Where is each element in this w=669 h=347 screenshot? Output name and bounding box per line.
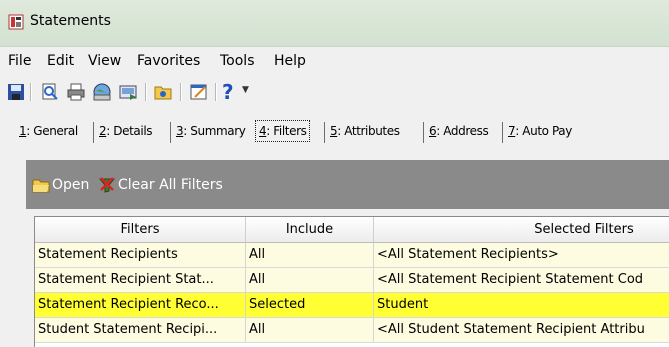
tab-divider xyxy=(324,122,325,143)
tab-address[interactable]: 6: Address xyxy=(429,124,489,138)
open-folder-icon[interactable] xyxy=(153,82,173,102)
cell-divider xyxy=(373,243,374,267)
tab-details[interactable]: 2: Details xyxy=(99,124,153,138)
include-cell[interactable]: All xyxy=(249,272,371,287)
cell-divider xyxy=(245,293,246,317)
filter-name-cell: Statement Recipient Reco... xyxy=(38,297,219,312)
print-preview-icon[interactable] xyxy=(40,82,60,102)
save-icon[interactable] xyxy=(6,82,26,102)
cell-divider xyxy=(373,293,374,317)
cell-divider xyxy=(373,318,374,342)
filter-name-cell: Statement Recipients xyxy=(38,247,178,262)
selected-filters-cell: <All Student Statement Recipient Attribu xyxy=(377,322,645,337)
grid-header: Filters Include Selected Filters xyxy=(35,217,669,243)
properties-icon[interactable] xyxy=(189,82,209,102)
toolbar: ? ▼ xyxy=(0,74,669,110)
selected-filters-cell: <All Statement Recipients> xyxy=(377,247,559,262)
tab-divider xyxy=(502,122,503,143)
menu-bar: File Edit View Favorites Tools Help xyxy=(0,46,669,74)
title-bar: Statements xyxy=(0,0,669,46)
filters-action-bar: Open Clear All Filters xyxy=(26,160,669,209)
tab-summary[interactable]: 3: Summary xyxy=(176,124,246,138)
menu-edit[interactable]: Edit xyxy=(47,53,74,69)
window-title: Statements xyxy=(30,13,111,29)
selected-filters-cell: <All Statement Recipient Statement Cod xyxy=(377,272,644,287)
tab-filters[interactable]: 4: Filters xyxy=(255,120,311,142)
open-button[interactable]: Open xyxy=(52,177,89,195)
export-icon[interactable] xyxy=(118,82,138,102)
table-row[interactable]: Statement Recipients All <All Statement … xyxy=(35,243,669,268)
clear-all-filters-button[interactable]: Clear All Filters xyxy=(118,177,223,195)
include-cell[interactable]: All xyxy=(249,247,371,262)
tab-general[interactable]: 1: General xyxy=(19,124,78,138)
menu-tools[interactable]: Tools xyxy=(220,53,255,69)
menu-view[interactable]: View xyxy=(88,53,121,69)
cell-divider xyxy=(373,268,374,292)
include-cell[interactable]: All xyxy=(249,322,371,337)
filter-name-cell: Statement Recipient Stat... xyxy=(38,272,214,287)
clear-filters-icon[interactable] xyxy=(98,176,116,194)
filter-name-cell: Student Statement Recipi... xyxy=(38,322,218,337)
statements-app-icon xyxy=(8,14,24,30)
filters-grid: Filters Include Selected Filters Stateme… xyxy=(34,216,669,347)
cell-divider xyxy=(245,268,246,292)
open-folder-icon[interactable] xyxy=(32,176,50,194)
globe-icon[interactable] xyxy=(92,82,112,102)
toolbar-separator xyxy=(145,83,147,101)
column-header-include[interactable]: Include xyxy=(246,222,373,237)
column-header-selected-filters[interactable]: Selected Filters xyxy=(374,222,669,237)
tab-auto-pay[interactable]: 7: Auto Pay xyxy=(508,124,572,138)
help-dropdown-icon[interactable]: ▼ xyxy=(242,85,249,95)
table-row[interactable]: Student Statement Recipi... All <All Stu… xyxy=(35,318,669,343)
column-header-filters[interactable]: Filters xyxy=(35,222,245,237)
table-row-selected[interactable]: Statement Recipient Reco... Selected Stu… xyxy=(35,293,669,318)
selected-filters-cell: Student xyxy=(377,297,429,312)
cell-divider xyxy=(245,318,246,342)
tab-divider xyxy=(423,122,424,143)
table-row[interactable]: Statement Recipient Stat... All <All Sta… xyxy=(35,268,669,293)
menu-file[interactable]: File xyxy=(8,53,31,69)
toolbar-separator xyxy=(180,83,182,101)
tab-divider xyxy=(170,122,171,143)
tab-divider xyxy=(93,122,94,143)
cell-divider xyxy=(245,243,246,267)
tab-attributes[interactable]: 5: Attributes xyxy=(330,124,400,138)
tab-strip: 1: General 2: Details 3: Summary 4: Filt… xyxy=(19,120,669,146)
print-icon[interactable] xyxy=(66,82,86,102)
help-icon[interactable]: ? xyxy=(222,80,234,104)
menu-help[interactable]: Help xyxy=(274,53,306,69)
include-cell[interactable]: Selected xyxy=(249,297,371,312)
toolbar-separator xyxy=(30,83,32,101)
toolbar-separator xyxy=(215,83,217,101)
menu-favorites[interactable]: Favorites xyxy=(137,53,200,69)
